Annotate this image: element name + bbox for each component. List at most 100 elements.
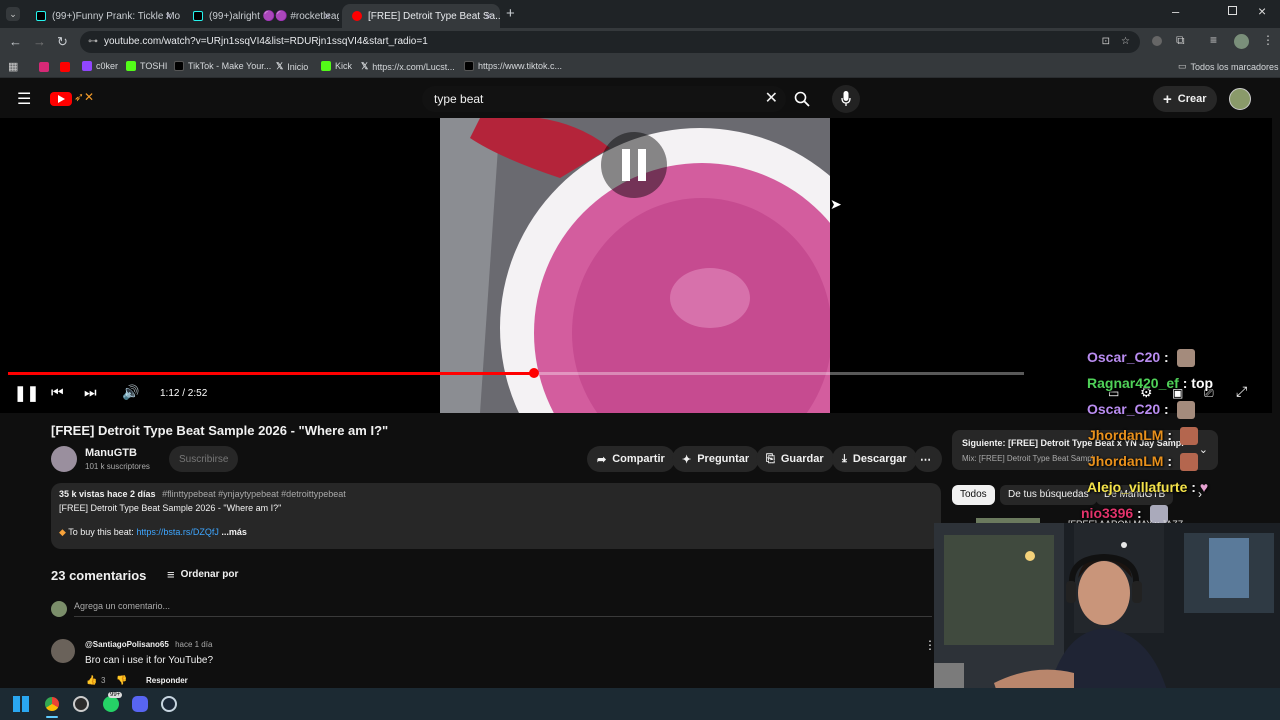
x-icon: 𝕏 xyxy=(361,61,369,71)
whatsapp-icon[interactable] xyxy=(103,696,119,712)
thumbs-up-icon[interactable]: 👍 xyxy=(86,675,97,686)
description-box[interactable]: 35 k vistas hace 2 días #flinttypebeat #… xyxy=(51,483,941,549)
more-icon: ⋯ xyxy=(920,453,931,466)
site-info-icon[interactable]: ⊶ xyxy=(88,31,98,53)
filter-chip-searches[interactable]: De tus búsquedas xyxy=(1000,485,1097,505)
minimize-icon[interactable]: – xyxy=(1172,4,1179,19)
hashtags[interactable]: #flinttypebeat #ynjaytypebeat #detroitty… xyxy=(162,489,346,499)
buy-line: ◆ To buy this beat: https://bsta.rs/DZQf… xyxy=(59,527,933,538)
bookmark-star-icon[interactable]: ☆ xyxy=(1121,31,1130,53)
ask-button[interactable]: ✦ Preguntar xyxy=(672,446,760,472)
chat-user: Oscar_C20 xyxy=(1087,349,1161,365)
tab-3-active[interactable]: [FREE] Detroit Type Beat Sa... × xyxy=(342,4,500,28)
hamburger-menu-icon[interactable]: ☰ xyxy=(17,89,31,109)
fire-icon: ◆ xyxy=(59,527,66,537)
tab-search-icon[interactable]: ⌄ xyxy=(6,7,20,21)
fullscreen-icon[interactable]: ⤢ xyxy=(1236,383,1247,400)
buy-prefix: To buy this beat: xyxy=(68,527,134,537)
close-icon[interactable]: × xyxy=(324,9,331,23)
bookmark-tiktok[interactable]: TikTok - Make Your... xyxy=(174,61,271,71)
youtube-icon xyxy=(352,11,362,21)
bookmark-inicio[interactable]: 𝕏 Inicio xyxy=(276,61,308,72)
search-input[interactable]: type beat ✕ xyxy=(422,86,786,112)
bookmark-c0ker[interactable]: c0ker xyxy=(82,61,118,71)
discord-icon[interactable] xyxy=(132,696,148,712)
close-icon[interactable]: × xyxy=(165,9,172,23)
chat-message: JhordanLM : xyxy=(1088,427,1198,446)
comment-author[interactable]: @SantiagoPolisano65 xyxy=(85,640,169,649)
comment-input[interactable]: Agrega un comentario... xyxy=(74,601,932,617)
notification-badge: 99+ xyxy=(108,692,123,698)
chevron-down-icon[interactable]: ⌄ xyxy=(1199,443,1208,456)
forward-icon[interactable]: → xyxy=(33,34,46,49)
extension-icon[interactable] xyxy=(1152,36,1162,46)
emote-icon xyxy=(1176,349,1195,368)
subscribe-button[interactable]: Suscribirse xyxy=(169,446,239,472)
profile-avatar[interactable] xyxy=(1234,34,1249,49)
more-actions-button[interactable]: ⋯ xyxy=(914,446,942,472)
windows-start-icon[interactable] xyxy=(13,696,29,712)
install-icon[interactable]: ⊡ xyxy=(1102,31,1110,53)
voice-search-button[interactable] xyxy=(832,85,860,113)
channel-name[interactable]: ManuGTB xyxy=(85,447,137,459)
account-avatar[interactable] xyxy=(1229,88,1251,110)
sparkle-icon: ✦ xyxy=(682,453,692,466)
search-icon[interactable] xyxy=(794,91,810,107)
video-frame[interactable] xyxy=(440,118,830,413)
chrome-icon[interactable] xyxy=(44,696,60,712)
emote-icon xyxy=(1176,401,1195,420)
previous-button[interactable]: ⏮ xyxy=(51,384,64,401)
tab-2[interactable]: (99+)alright 🟣🟣 #rocketleag... × xyxy=(183,4,339,28)
address-bar[interactable]: ⊶ youtube.com/watch?v=URjn1ssqVI4&list=R… xyxy=(80,31,1140,53)
more-link[interactable]: ...más xyxy=(221,527,247,537)
window-close-icon[interactable]: × xyxy=(1258,3,1266,19)
new-tab-icon[interactable]: + xyxy=(506,5,515,22)
search-query: type beat xyxy=(434,92,484,106)
commenter-avatar[interactable] xyxy=(51,639,75,663)
pause-button[interactable]: ❚❚ xyxy=(14,384,39,402)
apps-icon[interactable]: ▦ xyxy=(8,60,18,73)
video-player[interactable]: ➤ ❚❚ ⏮ ⏭ 🔊 1:12 / 2:52 ▭ ⚙ ▣ ⎚ ⤢ xyxy=(0,118,1272,413)
youtube-icon[interactable] xyxy=(60,62,70,72)
media-icon[interactable]: ≡ xyxy=(1210,33,1217,47)
kick-icon xyxy=(126,61,136,71)
pause-overlay-button[interactable] xyxy=(601,132,667,198)
download-button[interactable]: ⤓ Descargar xyxy=(832,446,917,472)
volume-icon[interactable]: 🔊 xyxy=(122,384,139,401)
clear-search-icon[interactable]: ✕ xyxy=(765,86,778,112)
bookmark-toshi[interactable]: TOSHI xyxy=(126,61,167,71)
filter-chip-all[interactable]: Todos xyxy=(952,485,995,505)
create-label: Crear xyxy=(1177,93,1207,105)
save-button[interactable]: ⎘ Guardar xyxy=(756,446,834,472)
share-button[interactable]: ➦ Compartir xyxy=(587,446,675,472)
back-icon[interactable]: ← xyxy=(9,34,22,49)
bookmark-kick[interactable]: Kick xyxy=(321,61,352,71)
chat-message: Oscar_C20 : xyxy=(1087,401,1195,420)
progress-bar[interactable] xyxy=(8,372,1024,375)
steam-icon[interactable] xyxy=(161,696,177,712)
reload-icon[interactable]: ↻ xyxy=(57,34,68,50)
share-icon: ➦ xyxy=(597,453,607,466)
youtube-logo[interactable] xyxy=(50,92,72,106)
bookmark-tiktok-url[interactable]: https://www.tiktok.c... xyxy=(464,61,562,71)
all-bookmarks[interactable]: ▭ Todos los marcadores xyxy=(1178,61,1279,72)
emote-icon xyxy=(1179,427,1198,446)
instagram-icon[interactable] xyxy=(39,62,49,72)
video-title: [FREE] Detroit Type Beat Sample 2026 - "… xyxy=(51,423,389,438)
sort-button[interactable]: ≡ Ordenar por xyxy=(167,567,238,582)
bookmark-x-profile[interactable]: 𝕏https://x.com/Lucst... xyxy=(361,61,455,72)
browser-toolbar: ← → ↻ ⊶ youtube.com/watch?v=URjn1ssqVI4&… xyxy=(0,28,1280,56)
create-button[interactable]: + Crear xyxy=(1153,86,1217,112)
obs-icon[interactable] xyxy=(73,696,89,712)
puzzle-icon[interactable]: ⧉ xyxy=(1176,33,1185,48)
menu-icon[interactable]: ⋮ xyxy=(1262,33,1274,47)
thumbs-down-icon[interactable]: 👎 xyxy=(116,675,127,686)
channel-avatar[interactable] xyxy=(51,446,77,472)
next-button[interactable]: ⏭ xyxy=(84,384,97,401)
reply-button[interactable]: Responder xyxy=(146,676,188,685)
restore-icon[interactable] xyxy=(1228,6,1237,15)
close-icon[interactable]: × xyxy=(485,9,492,23)
twitch-icon xyxy=(82,61,92,71)
beat-link[interactable]: https://bsta.rs/DZQfJ xyxy=(136,527,219,537)
tab-1[interactable]: (99+)Funny Prank: Tickle Monst... × xyxy=(26,4,180,28)
